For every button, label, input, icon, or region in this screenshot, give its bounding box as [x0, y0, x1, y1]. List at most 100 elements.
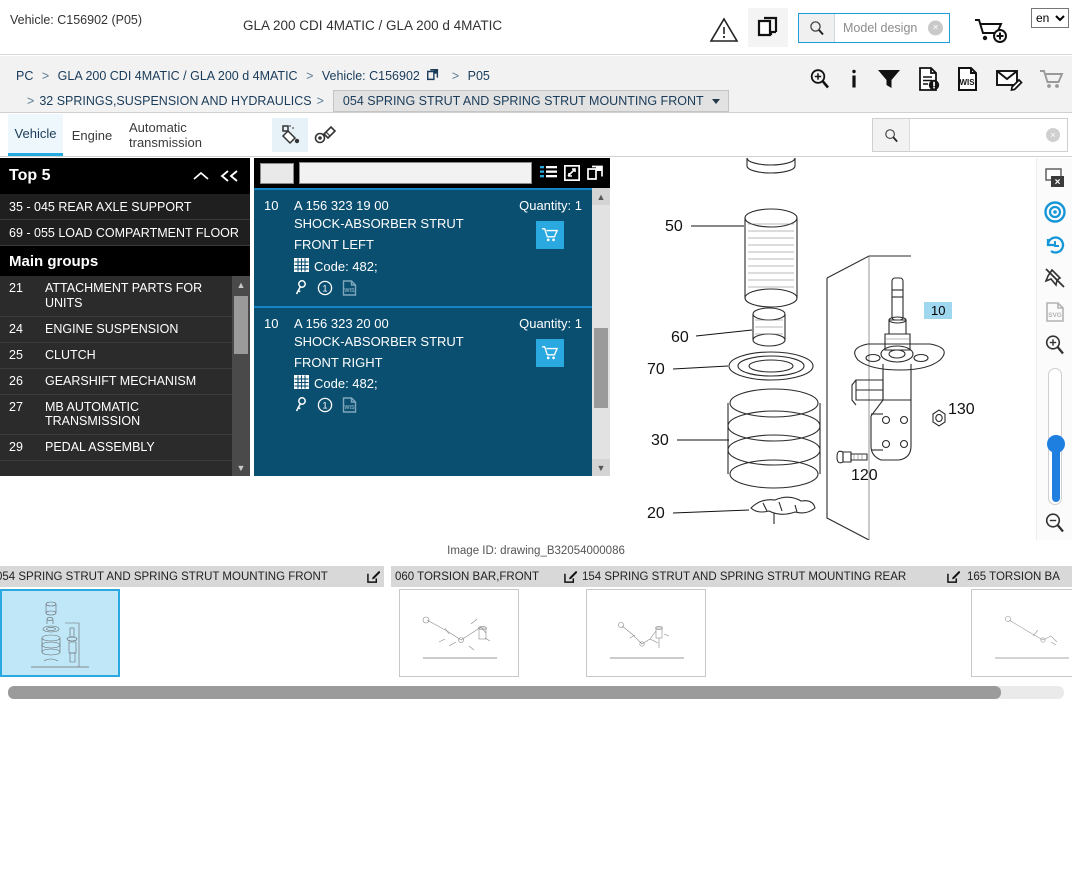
scroll-up-icon[interactable]: ▲	[232, 276, 250, 293]
double-chevron-left-icon[interactable]	[219, 169, 241, 183]
filter-icon[interactable]	[876, 67, 902, 91]
part-row[interactable]: 10 A 156 323 19 00 Quantity: 1 SHOCK-ABS…	[254, 188, 592, 306]
cart-icon[interactable]	[1038, 67, 1064, 91]
key-icon[interactable]	[294, 397, 308, 413]
zoom-slider[interactable]	[1046, 367, 1065, 505]
exploded-view-drawing[interactable]: 50 60 70 30 20 120 130	[611, 158, 1041, 540]
strip-thumbnail-selected[interactable]	[0, 589, 120, 677]
strip-item-2[interactable]: 154 SPRING STRUT AND SPRING STRUT MOUNTI…	[578, 566, 966, 679]
reset-history-icon[interactable]	[1040, 229, 1070, 262]
main-group-label: ENGINE SUSPENSION	[45, 321, 179, 336]
wis-document-icon[interactable]: WIS	[956, 66, 980, 92]
image-id-label: Image ID: drawing_B32054000086	[447, 545, 625, 557]
breadcrumb-item-p05[interactable]: P05	[468, 69, 490, 83]
callout-10-highlighted[interactable]: 10	[924, 302, 953, 319]
tab-search-input[interactable]: ×	[910, 119, 1067, 151]
part-position: 10	[264, 198, 279, 213]
tab-automatic-transmission[interactable]: Automatic transmission	[119, 114, 269, 156]
expand-image-icon[interactable]	[564, 165, 580, 181]
edit-square-icon[interactable]	[564, 570, 577, 583]
strip-thumbnail[interactable]	[586, 589, 706, 677]
scroll-up-icon[interactable]: ▲	[592, 188, 610, 205]
scrollbar-thumb[interactable]	[594, 328, 608, 408]
top5-item-0[interactable]: 35 - 045 REAR AXLE SUPPORT	[0, 194, 250, 220]
strip-item-0[interactable]: 054 SPRING STRUT AND SPRING STRUT MOUNTI…	[0, 566, 386, 679]
main-group-item[interactable]: 25 CLUTCH	[0, 343, 232, 369]
clear-icon[interactable]: ×	[928, 20, 943, 36]
warning-triangle-icon[interactable]	[708, 16, 740, 44]
parts-filter-input[interactable]	[299, 162, 532, 184]
breadcrumb-item-vehicle[interactable]: Vehicle: C156902	[322, 69, 420, 83]
wis-document-icon[interactable]: WIS	[342, 397, 357, 414]
strip-item-3[interactable]: 165 TORSION BA	[963, 566, 1072, 679]
bolt-parts-icon[interactable]	[308, 118, 344, 152]
breadcrumb-item-model[interactable]: GLA 200 CDI 4MATIC / GLA 200 d 4MATIC	[58, 69, 298, 83]
circle-one-icon[interactable]: 1	[317, 280, 333, 296]
copy-documents-icon[interactable]	[426, 68, 440, 85]
language-select[interactable]: en	[1031, 8, 1069, 28]
part-code-row: Code: 482;	[294, 375, 582, 392]
wis-document-icon[interactable]: WIS	[342, 279, 357, 296]
main-group-item[interactable]: 24 ENGINE SUSPENSION	[0, 317, 232, 343]
breadcrumb-item-pc[interactable]: PC	[16, 69, 33, 83]
strip-label[interactable]: 154 SPRING STRUT AND SPRING STRUT MOUNTI…	[578, 566, 966, 587]
edit-square-icon[interactable]	[367, 570, 380, 583]
main-group-number: 27	[9, 399, 23, 414]
strip-label[interactable]: 165 TORSION BA	[963, 566, 1072, 587]
main-group-item[interactable]: 21 ATTACHMENT PARTS FOR UNITS	[0, 276, 232, 317]
top5-title: Top 5	[9, 167, 51, 184]
main-group-item[interactable]: 27 MB AUTOMATIC TRANSMISSION	[0, 395, 232, 435]
svg-export-icon[interactable]: SVG	[1040, 295, 1070, 328]
zoom-in-icon[interactable]	[1040, 328, 1070, 361]
zoom-out-icon[interactable]	[1040, 507, 1070, 540]
strip-item-1[interactable]: 060 TORSION BAR,FRONT	[391, 566, 583, 679]
copy-window-icon[interactable]	[587, 165, 604, 181]
breadcrumb-item-group[interactable]: 32 SPRINGS,SUSPENSION AND HYDRAULICS	[39, 94, 311, 108]
strip-label-text: 154 SPRING STRUT AND SPRING STRUT MOUNTI…	[582, 570, 907, 583]
part-row[interactable]: 10 A 156 323 20 00 Quantity: 1 SHOCK-ABS…	[254, 305, 592, 424]
model-design-search[interactable]: Model design ×	[798, 13, 950, 43]
copy-documents-icon[interactable]	[748, 8, 788, 47]
add-part-to-cart-button[interactable]	[536, 221, 564, 249]
close-image-icon[interactable]: ×	[1040, 162, 1070, 195]
main-group-label: CLUTCH	[45, 347, 96, 362]
main-group-item[interactable]: 26 GEARSHIFT MECHANISM	[0, 369, 232, 395]
vehicle-label: Vehicle: C156902 (P05)	[10, 13, 143, 27]
strip-horizontal-scrollbar[interactable]	[8, 686, 1064, 699]
key-icon[interactable]	[294, 279, 308, 296]
strip-label[interactable]: 060 TORSION BAR,FRONT	[391, 566, 583, 587]
top5-item-1[interactable]: 69 - 055 LOAD COMPARTMENT FLOOR	[0, 220, 250, 246]
scrollbar-thumb[interactable]	[8, 686, 1001, 699]
scroll-down-icon[interactable]: ▼	[232, 459, 250, 476]
zoom-search-icon[interactable]	[808, 67, 832, 91]
target-focus-icon[interactable]	[1040, 195, 1070, 228]
info-icon[interactable]	[847, 67, 861, 91]
zoom-slider-knob[interactable]	[1046, 434, 1065, 453]
document-alert-icon[interactable]	[917, 66, 941, 92]
scroll-down-icon[interactable]: ▼	[592, 459, 610, 476]
list-view-icon[interactable]	[540, 165, 557, 181]
tab-vehicle[interactable]: Vehicle	[8, 114, 63, 156]
sidebar-scrollbar[interactable]: ▲ ▼	[232, 276, 250, 476]
parts-scrollbar[interactable]: ▲ ▼	[592, 188, 610, 476]
callout-120: 120	[851, 467, 878, 484]
strip-thumbnail[interactable]	[399, 589, 519, 677]
tab-search-box[interactable]: ×	[872, 118, 1068, 152]
paint-color-icon[interactable]	[272, 118, 308, 152]
unpin-icon[interactable]	[1040, 262, 1070, 295]
model-design-input[interactable]: Model design ×	[835, 14, 949, 42]
strip-thumbnail[interactable]	[971, 589, 1072, 677]
tab-engine[interactable]: Engine	[65, 114, 119, 156]
strip-label[interactable]: 054 SPRING STRUT AND SPRING STRUT MOUNTI…	[0, 566, 386, 587]
breadcrumb-current-dropdown[interactable]: 054 SPRING STRUT AND SPRING STRUT MOUNTI…	[332, 90, 729, 112]
add-part-to-cart-button[interactable]	[536, 338, 564, 367]
add-to-cart-icon[interactable]	[972, 15, 1010, 45]
parts-select-box[interactable]	[260, 162, 294, 184]
clear-icon[interactable]: ×	[1046, 128, 1060, 142]
scrollbar-thumb[interactable]	[234, 296, 248, 354]
mail-edit-icon[interactable]	[995, 67, 1023, 91]
edit-square-icon[interactable]	[947, 570, 960, 583]
main-group-item[interactable]: 29 PEDAL ASSEMBLY	[0, 435, 232, 461]
chevron-up-icon[interactable]	[191, 169, 211, 183]
circle-one-icon[interactable]: 1	[317, 397, 333, 413]
